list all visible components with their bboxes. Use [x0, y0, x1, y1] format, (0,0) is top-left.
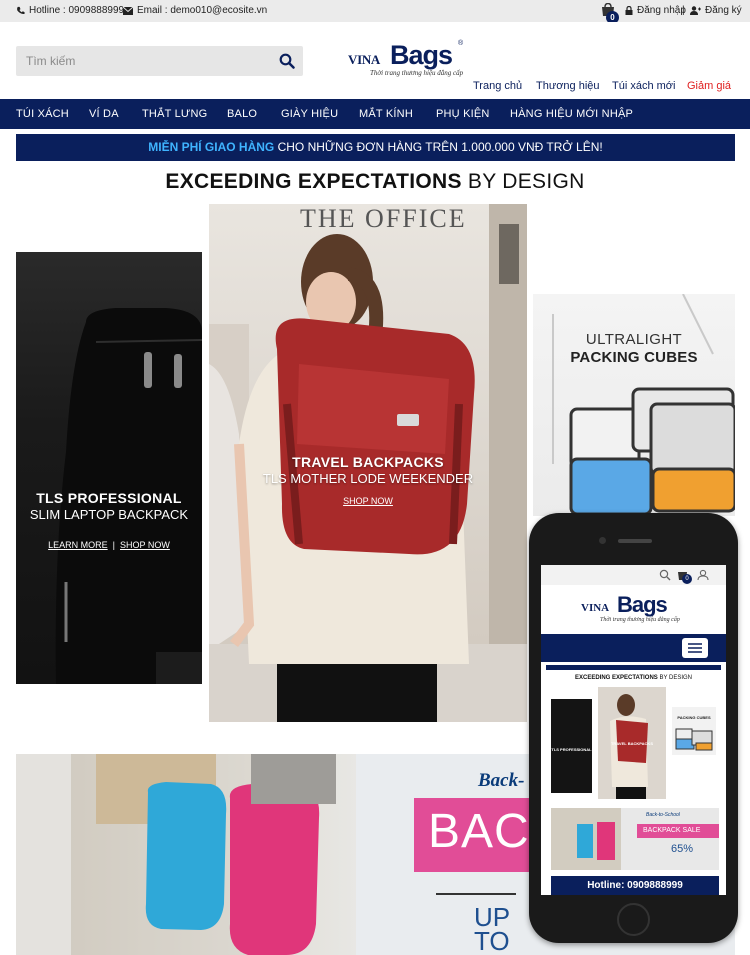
- menu-item-tui-xach[interactable]: TÚI XÁCH: [16, 108, 69, 120]
- mid-banner-subtitle: TLS MOTHER LODE WEEKENDER: [262, 471, 474, 486]
- hotline-text: Hotline : 0909888999: [29, 5, 125, 16]
- search-icon[interactable]: [279, 53, 295, 69]
- menu-item-balo[interactable]: BALO: [227, 108, 257, 120]
- lock-icon: [625, 6, 633, 15]
- nav-brands[interactable]: Thương hiệu: [536, 80, 600, 92]
- mid-banner-title: TRAVEL BACKPACKS: [292, 454, 444, 470]
- site-header: VINA Bags ® Thời trang thương hiệu đẳng …: [0, 22, 750, 99]
- mid-shop-now-link[interactable]: SHOP NOW: [209, 496, 527, 506]
- email-text: Email : demo010@ecosite.vn: [137, 5, 268, 16]
- phone-logo[interactable]: VINA Bags Thời trang thương hiệu đẳng cấ…: [581, 592, 691, 626]
- phone-camera: [599, 537, 606, 544]
- menu-item-vi-da[interactable]: VÍ DA: [89, 108, 119, 120]
- phone-mini-school-image: [551, 808, 719, 870]
- phone-headline: EXCEEDING EXPECTATIONS BY DESIGN: [541, 675, 726, 681]
- phone-headline-light: BY DESIGN: [657, 675, 693, 681]
- registered-mark: ®: [458, 40, 464, 47]
- menu-item-giay-hieu[interactable]: GIÀY HIỆU: [281, 108, 338, 120]
- phone-logo-bags: Bags: [617, 592, 668, 617]
- phone-user-icon[interactable]: [697, 569, 709, 581]
- phone-home-button: [617, 903, 650, 936]
- banner-travel-backpacks[interactable]: THE OFFICE TRAVEL BACKPACKS TLS MOTHER L…: [209, 204, 527, 722]
- login-link[interactable]: Đăng nhập: [625, 5, 686, 16]
- left-banner-subtitle: SLIM LAPTOP BACKPACK: [29, 507, 189, 522]
- storefront-sign: THE OFFICE: [300, 204, 467, 233]
- phone-cart-badge: 0: [682, 574, 692, 584]
- bottom-banner-to: TO: [474, 926, 510, 955]
- phone-mockup: 0 VINA Bags Thời trang thương hiệu đẳng …: [529, 513, 738, 943]
- free-shipping-banner: MIỄN PHÍ GIAO HÀNG CHO NHỮNG ĐƠN HÀNG TR…: [16, 134, 735, 161]
- register-link[interactable]: Đăng ký: [690, 5, 742, 16]
- main-category-nav: TÚI XÁCH VÍ DA THẮT LƯNG BALO GIÀY HIỆU …: [0, 99, 750, 129]
- phone-mini-cubes-image: [675, 728, 713, 751]
- headline-bold: EXCEEDING EXPECTATIONS: [165, 170, 462, 193]
- phone-mini-right-title: PACKING CUBES: [677, 715, 711, 720]
- left-banner-links: LEARN MORE | SHOP NOW: [16, 540, 202, 550]
- phone-mini-bottom-banner[interactable]: Back-to-School BACKPACK SALE 65%: [551, 808, 719, 870]
- hotline-info[interactable]: Hotline : 0909888999: [16, 5, 124, 16]
- phone-headline-bold: EXCEEDING EXPECTATIONS: [574, 675, 658, 681]
- hamburger-icon: [688, 643, 702, 653]
- menu-item-mat-kinh[interactable]: MẮT KÍNH: [359, 108, 413, 120]
- nav-sale[interactable]: Giảm giá: [687, 80, 731, 92]
- phone-menu-button[interactable]: [682, 638, 708, 658]
- logo-tagline: Thời trang thương hiệu đẳng cấp: [370, 69, 464, 77]
- promo-text: CHO NHỮNG ĐƠN HÀNG TRÊN 1.000.000 VNĐ TR…: [274, 140, 603, 154]
- phone-nav-bar: [541, 634, 726, 662]
- phone-speaker: [618, 539, 652, 543]
- phone-logo-vina: VINA: [581, 602, 610, 614]
- phone-mini-left-title: TLS PROFESSIONAL: [551, 747, 592, 752]
- site-logo[interactable]: VINA Bags ® Thời trang thương hiệu đẳng …: [348, 40, 468, 78]
- headline-light: BY DESIGN: [461, 170, 585, 193]
- phone-screen: 0 VINA Bags Thời trang thương hiệu đẳng …: [541, 565, 726, 895]
- phone-mini-script: Back-to-School: [646, 812, 680, 818]
- email-info[interactable]: Email : demo010@ecosite.vn: [123, 5, 267, 16]
- phone-mini-sale: BACKPACK SALE: [643, 827, 701, 834]
- promo-highlight: MIỄN PHÍ GIAO HÀNG: [148, 140, 275, 154]
- menu-item-phu-kien[interactable]: PHỤ KIỆN: [436, 108, 490, 120]
- search-input[interactable]: [16, 46, 271, 76]
- links-separator: |: [112, 540, 115, 550]
- phone-mini-pct: 65%: [671, 843, 694, 855]
- banner-packing-cubes[interactable]: ULTRALIGHT PACKING CUBES: [533, 294, 735, 516]
- phone-icon: [17, 6, 25, 15]
- menu-item-hang-hieu-moi[interactable]: HÀNG HIỆU MỚI NHẬP: [510, 108, 633, 120]
- banner-laptop-backpack[interactable]: TLS PROFESSIONAL SLIM LAPTOP BACKPACK LE…: [16, 252, 202, 684]
- right-banner-title-light: ULTRALIGHT: [585, 331, 683, 348]
- phone-mini-mid-banner[interactable]: TRAVEL BACKPACKS: [598, 687, 666, 799]
- topbar-separator: |: [682, 5, 685, 16]
- learn-more-link[interactable]: LEARN MORE: [48, 540, 108, 550]
- bottom-banner-script: Back-: [478, 770, 525, 791]
- packing-cubes-image: [552, 294, 735, 516]
- phone-hotline-bar[interactable]: Hotline: 0909888999: [551, 876, 719, 895]
- phone-search-icon[interactable]: [659, 569, 671, 581]
- register-label: Đăng ký: [705, 5, 742, 16]
- menu-item-that-lung[interactable]: THẮT LƯNG: [142, 108, 207, 120]
- shop-now-link[interactable]: SHOP NOW: [120, 540, 170, 550]
- nav-new-bags[interactable]: Túi xách mới: [612, 80, 675, 92]
- phone-logo-tagline: Thời trang thương hiệu đẳng cấp: [600, 617, 680, 623]
- logo-bags: Bags: [390, 40, 453, 70]
- search-box: [16, 46, 303, 76]
- section-headline: EXCEEDING EXPECTATIONS BY DESIGN: [0, 170, 750, 194]
- phone-mini-right-banner[interactable]: PACKING CUBES: [672, 707, 716, 755]
- top-bar: Hotline : 0909888999 Email : demo010@eco…: [0, 0, 750, 24]
- black-backpack-image: [55, 308, 202, 684]
- envelope-icon: [123, 6, 133, 15]
- logo-vina: VINA: [348, 52, 381, 67]
- left-banner-title: TLS PROFESSIONAL: [36, 490, 182, 506]
- login-label: Đăng nhập: [637, 5, 686, 16]
- nav-home[interactable]: Trang chủ: [473, 80, 522, 92]
- phone-mini-left-banner[interactable]: TLS PROFESSIONAL: [551, 699, 592, 793]
- user-plus-icon: [690, 6, 701, 15]
- phone-promo-strip: [546, 665, 721, 670]
- right-banner-title-bold: PACKING CUBES: [570, 349, 698, 366]
- phone-mini-mid-title: TRAVEL BACKPACKS: [610, 741, 653, 746]
